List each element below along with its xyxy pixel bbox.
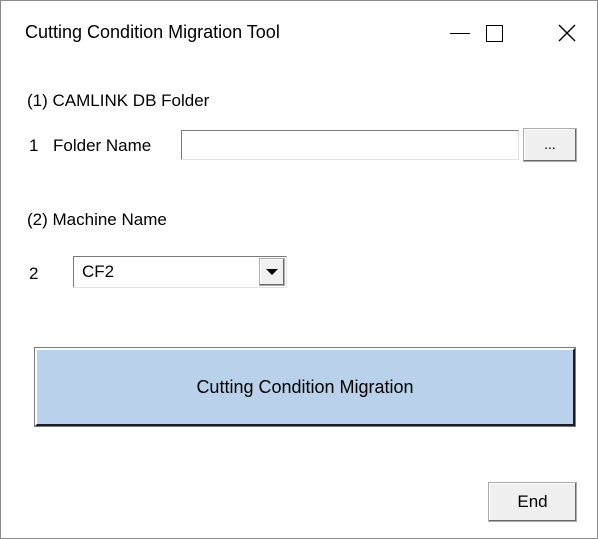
end-button[interactable]: End (488, 482, 577, 522)
section-db-folder-label: (1) CAMLINK DB Folder (27, 91, 210, 110)
folder-row-number: 1 (29, 136, 39, 155)
maximize-button[interactable] (459, 1, 529, 65)
section-machine-name-label: (2) Machine Name (27, 210, 167, 229)
maximize-icon (485, 24, 503, 42)
title-bar[interactable]: Cutting Condition Migration Tool (1, 1, 597, 65)
close-button[interactable] (537, 1, 597, 65)
browse-folder-button[interactable]: ... (523, 128, 577, 162)
chevron-down-icon (266, 269, 278, 275)
folder-name-input[interactable] (181, 130, 519, 160)
folder-name-label: Folder Name (53, 136, 152, 155)
client-area: (1) CAMLINK DB Folder 1 Folder Name ... … (1, 65, 597, 538)
window-title: Cutting Condition Migration Tool (25, 22, 280, 42)
machine-row-number: 2 (29, 264, 39, 283)
close-icon (558, 24, 576, 42)
cutting-condition-migration-button[interactable]: Cutting Condition Migration (34, 347, 576, 427)
app-window: Cutting Condition Migration Tool (1) CAM… (0, 0, 598, 539)
machine-dropdown-button[interactable] (259, 258, 285, 286)
machine-name-select[interactable]: CF2 (73, 256, 287, 288)
machine-name-value: CF2 (82, 262, 115, 281)
